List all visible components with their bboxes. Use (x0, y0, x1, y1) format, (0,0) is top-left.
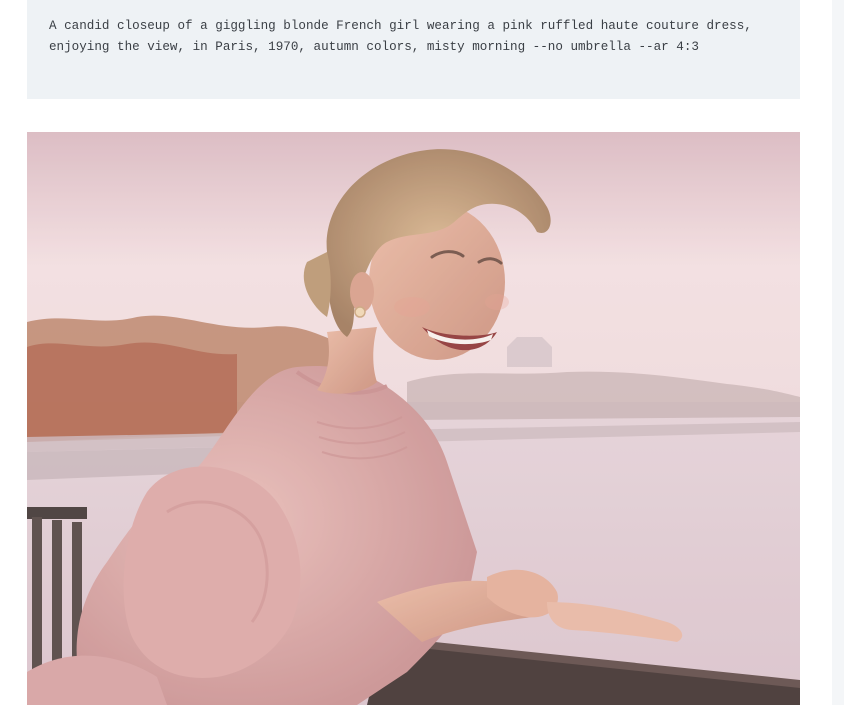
page: A candid closeup of a giggling blonde Fr… (0, 0, 844, 705)
photo-illustration (27, 132, 800, 705)
prompt-box: A candid closeup of a giggling blonde Fr… (27, 0, 800, 99)
prompt-text: A candid closeup of a giggling blonde Fr… (49, 19, 760, 54)
scrollbar-track[interactable] (832, 0, 844, 705)
generated-image (27, 132, 800, 705)
